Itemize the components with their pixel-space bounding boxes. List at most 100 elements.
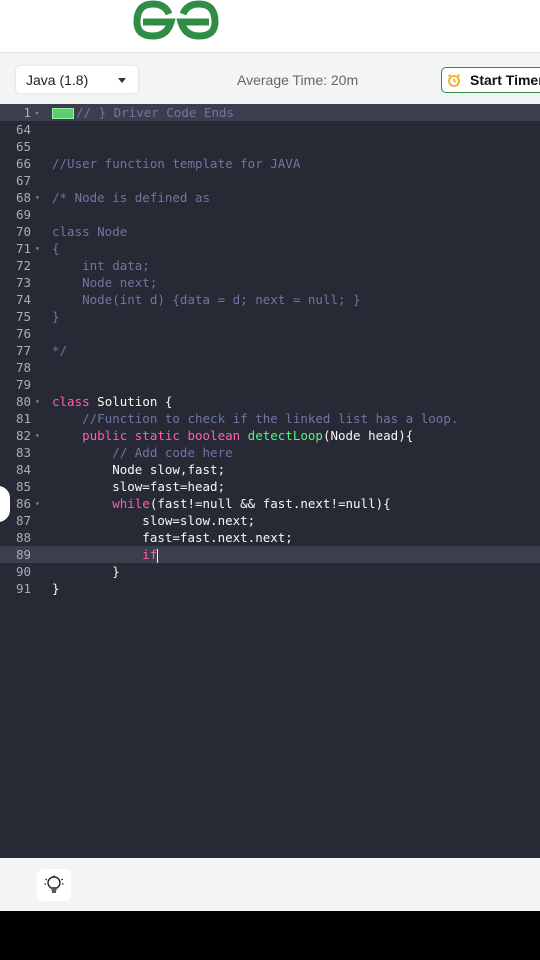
code-line: 1 ▸ // } Driver Code Ends <box>0 104 540 121</box>
average-time: Average Time: 20m <box>237 72 359 88</box>
code-line: 71 ▾ { <box>0 240 540 257</box>
code-text: slow=slow.next; <box>52 513 256 528</box>
code-line: 90 } <box>0 563 540 580</box>
code-line: 77 */ <box>0 342 540 359</box>
code-line: 65 <box>0 138 540 155</box>
line-number: 88 <box>15 530 31 545</box>
code-line-active[interactable]: 89 if <box>0 546 540 563</box>
code-line: 64 <box>0 121 540 138</box>
line-number: 68 <box>15 190 31 205</box>
line-number: 1 <box>23 105 31 120</box>
code-line: 91 } <box>0 580 540 597</box>
language-select-value: Java (1.8) <box>26 72 89 88</box>
fold-arrow-icon[interactable]: ▾ <box>35 427 40 444</box>
code-line: 88 fast=fast.next.next; <box>0 529 540 546</box>
code-text: /* Node is defined as <box>52 190 211 205</box>
code-text: slow=fast=head; <box>52 479 226 494</box>
line-number: 84 <box>15 462 31 477</box>
code-text: //Function to check if the linked list h… <box>52 411 459 426</box>
fold-arrow-icon[interactable]: ▾ <box>35 393 40 410</box>
code-text: Node next; <box>52 275 158 290</box>
fold-arrow-icon[interactable]: ▾ <box>35 495 40 512</box>
line-number: 65 <box>15 139 31 154</box>
bottom-bar <box>0 858 540 911</box>
line-number: 67 <box>15 173 31 188</box>
start-timer-button[interactable]: Start Timer <box>441 67 540 93</box>
code-line: 75 } <box>0 308 540 325</box>
code-text: (Node head){ <box>322 428 414 443</box>
line-number: 74 <box>15 292 31 307</box>
alarm-clock-icon <box>448 74 460 87</box>
line-number: 76 <box>15 326 31 341</box>
code-keyword: if <box>52 547 158 562</box>
code-line: 86 ▾ while(fast!=null && fast.next!=null… <box>0 495 540 512</box>
code-line: 83 // Add code here <box>0 444 540 461</box>
top-header <box>0 0 540 52</box>
code-text: { <box>52 241 60 256</box>
code-function-name: detectLoop <box>240 428 323 443</box>
line-number: 72 <box>15 258 31 273</box>
line-number: 73 <box>15 275 31 290</box>
line-number: 82 <box>15 428 31 443</box>
code-line: 69 <box>0 206 540 223</box>
code-text: Node slow,fast; <box>52 462 226 477</box>
code-text: // Add code here <box>52 445 233 460</box>
code-text: Node(int d) {data = d; next = null; } <box>52 292 361 307</box>
code-keyword: while <box>52 496 150 511</box>
line-number: 64 <box>15 122 31 137</box>
line-number: 66 <box>15 156 31 171</box>
text-cursor <box>157 548 159 563</box>
lightbulb-icon <box>44 875 64 893</box>
line-number: 78 <box>15 360 31 375</box>
code-text: //User function template for JAVA <box>52 156 301 171</box>
line-number: 81 <box>15 411 31 426</box>
code-text: Solution { <box>89 394 173 409</box>
line-number: 80 <box>15 394 31 409</box>
line-number: 91 <box>15 581 31 596</box>
code-text: } <box>52 309 60 324</box>
code-line: 79 <box>0 376 540 393</box>
line-number: 90 <box>15 564 31 579</box>
line-number: 75 <box>15 309 31 324</box>
code-line: 81 //Function to check if the linked lis… <box>0 410 540 427</box>
hint-button[interactable] <box>37 869 71 901</box>
language-select[interactable]: Java (1.8) <box>16 66 138 93</box>
code-keyword: class <box>52 394 90 409</box>
code-line: 68 ▾ /* Node is defined as <box>0 189 540 206</box>
code-line: 76 <box>0 325 540 342</box>
fold-arrow-icon[interactable]: ▸ <box>35 104 40 121</box>
line-number: 69 <box>15 207 31 222</box>
code-text: fast=fast.next.next; <box>52 530 293 545</box>
code-text: } <box>52 564 120 579</box>
line-number: 71 <box>15 241 31 256</box>
code-text: int data; <box>52 258 150 273</box>
code-line: 70 class Node <box>0 223 540 240</box>
code-editor[interactable]: 1 ▸ // } Driver Code Ends 64 65 66 //Use… <box>0 104 540 858</box>
code-text: // } Driver Code Ends <box>76 105 235 120</box>
code-line: 66 //User function template for JAVA <box>0 155 540 172</box>
code-line: 72 int data; <box>0 257 540 274</box>
code-line: 80 ▾ class Solution { <box>0 393 540 410</box>
code-text: (fast!=null && fast.next!=null){ <box>149 496 391 511</box>
code-keyword: public static boolean <box>52 428 241 443</box>
code-line: 73 Node next; <box>0 274 540 291</box>
line-number: 70 <box>15 224 31 239</box>
chevron-down-icon <box>118 78 126 83</box>
start-timer-label: Start Timer <box>470 72 540 88</box>
line-number: 77 <box>15 343 31 358</box>
code-text: */ <box>52 343 68 358</box>
line-number: 79 <box>15 377 31 392</box>
fold-arrow-icon[interactable]: ▾ <box>35 240 40 257</box>
code-line: 85 slow=fast=head; <box>0 478 540 495</box>
line-number: 89 <box>15 547 31 562</box>
folded-code-marker[interactable] <box>52 108 74 119</box>
gfg-logo-icon[interactable] <box>133 0 219 40</box>
code-line: 67 <box>0 172 540 189</box>
code-line: 82 ▾ public static boolean detectLoop(No… <box>0 427 540 444</box>
code-text: class Node <box>52 224 128 239</box>
code-line: 87 slow=slow.next; <box>0 512 540 529</box>
code-line: 78 <box>0 359 540 376</box>
code-line: 84 Node slow,fast; <box>0 461 540 478</box>
code-line: 74 Node(int d) {data = d; next = null; } <box>0 291 540 308</box>
fold-arrow-icon[interactable]: ▾ <box>35 189 40 206</box>
